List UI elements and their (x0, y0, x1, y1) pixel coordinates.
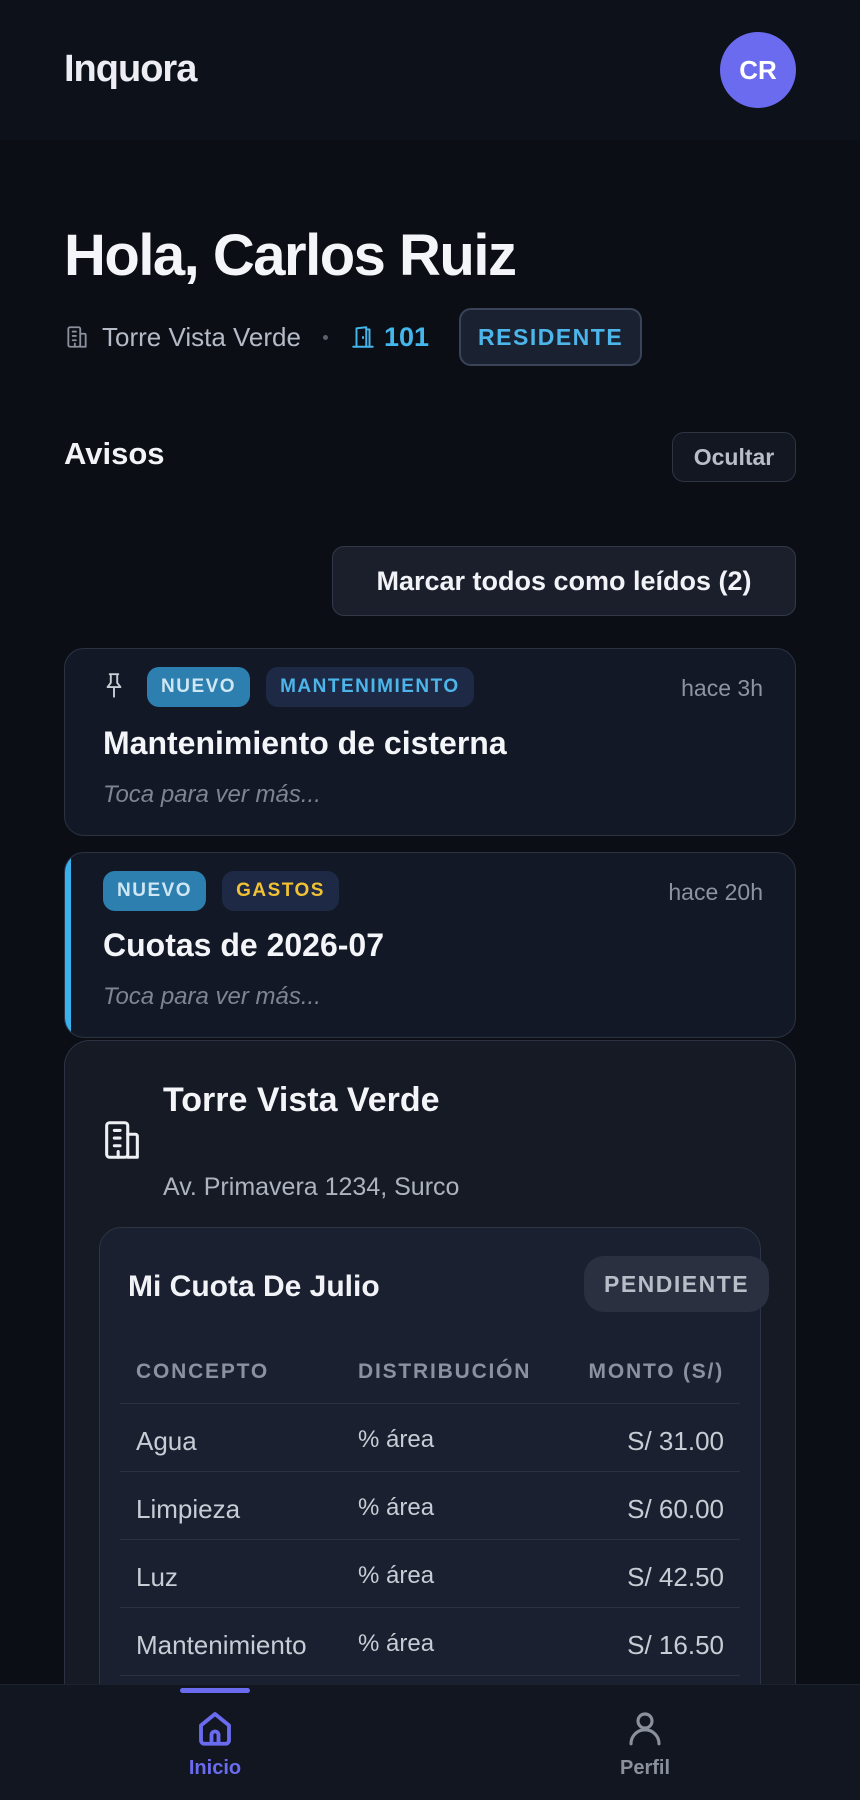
user-icon (629, 1712, 661, 1746)
row-amount: S/ 16.50 (627, 1630, 724, 1660)
building-card-name: Torre Vista Verde (163, 1081, 440, 1119)
unit-number: 101 (350, 322, 429, 353)
greeting-title: Hola, Carlos Ruiz (64, 223, 517, 288)
app-screen: Inquora CR Hola, Carlos Ruiz Torre Vista… (0, 0, 860, 1800)
notice-title: Cuotas de 2026-07 (103, 927, 385, 963)
row-distribution: % área (358, 1426, 435, 1453)
fee-title: Mi Cuota De Julio (128, 1270, 380, 1303)
row-amount: S/ 42.50 (627, 1562, 724, 1592)
new-badge: NUEVO (103, 871, 207, 911)
column-header-distribution: DISTRIBUCIÓN (358, 1360, 532, 1383)
notice-tags: NUEVO MANTENIMIENTO (147, 667, 490, 707)
row-distribution: % área (358, 1630, 435, 1657)
row-concept: Limpieza (136, 1494, 241, 1524)
top-bar: Inquora CR (0, 0, 860, 140)
row-concept: Mantenimiento (136, 1630, 307, 1660)
home-icon (199, 1712, 231, 1746)
notice-time: hace 20h (668, 879, 763, 905)
unread-accent (65, 853, 71, 1037)
building-icon (67, 326, 87, 348)
column-header-concept: CONCEPTO (136, 1360, 270, 1383)
notice-tags: NUEVO GASTOS (103, 871, 355, 911)
user-avatar[interactable]: CR (720, 32, 796, 108)
notice-card[interactable]: NUEVO GASTOS hace 20h Cuotas de 2026-07 … (64, 852, 796, 1038)
table-row: Limpieza % área S/ 60.00 (120, 1472, 740, 1540)
pin-icon (106, 673, 122, 698)
status-badge: PENDIENTE (584, 1256, 770, 1312)
fee-table: CONCEPTO DISTRIBUCIÓN MONTO (S/) Agua % … (120, 1336, 740, 1676)
role-badge: RESIDENTE (459, 308, 643, 366)
nav-item-home[interactable]: Inicio (145, 1707, 285, 1780)
hide-notices-button[interactable]: Ocultar (672, 432, 796, 482)
notice-hint: Toca para ver más... (103, 983, 321, 1010)
nav-item-profile[interactable]: Perfil (575, 1707, 715, 1780)
nav-label-profile: Perfil (619, 1757, 671, 1779)
row-amount: S/ 31.00 (627, 1426, 724, 1456)
row-concept: Agua (136, 1426, 197, 1456)
row-amount: S/ 60.00 (627, 1494, 724, 1524)
brand-logo[interactable]: Inquora (64, 48, 197, 91)
table-header: CONCEPTO DISTRIBUCIÓN MONTO (S/) (120, 1336, 740, 1404)
table-row: Agua % área S/ 31.00 (120, 1404, 740, 1472)
row-concept: Luz (136, 1562, 178, 1592)
notices-title: Avisos (64, 436, 165, 471)
category-badge: GASTOS (222, 871, 339, 911)
notice-hint: Toca para ver más... (103, 781, 321, 808)
row-distribution: % área (358, 1494, 435, 1521)
bottom-nav: Inicio Perfil (0, 1684, 860, 1800)
building-address: Av. Primavera 1234, Surco (163, 1173, 460, 1201)
category-badge: MANTENIMIENTO (266, 667, 474, 707)
table-row: Luz % área S/ 42.50 (120, 1540, 740, 1608)
building-name: Torre Vista Verde (102, 321, 301, 352)
notice-title: Mantenimiento de cisterna (103, 725, 507, 761)
column-header-amount: MONTO (S/) (588, 1360, 724, 1383)
building-icon (105, 1121, 139, 1159)
mark-all-read-button[interactable]: Marcar todos como leídos (2) (332, 546, 796, 616)
active-tab-indicator (180, 1688, 250, 1693)
row-distribution: % área (358, 1562, 435, 1589)
nav-label-home: Inicio (188, 1757, 242, 1779)
unit-label: 101 (383, 321, 430, 352)
residence-info: Torre Vista Verde 101 RESIDENTE (64, 308, 643, 366)
notice-time: hace 3h (681, 675, 763, 701)
separator-dot (322, 334, 328, 340)
new-badge: NUEVO (147, 667, 251, 707)
door-icon (352, 326, 374, 348)
table-row: Mantenimiento % área S/ 16.50 (120, 1608, 740, 1676)
notice-card[interactable]: NUEVO MANTENIMIENTO hace 3h Mantenimient… (64, 648, 796, 836)
